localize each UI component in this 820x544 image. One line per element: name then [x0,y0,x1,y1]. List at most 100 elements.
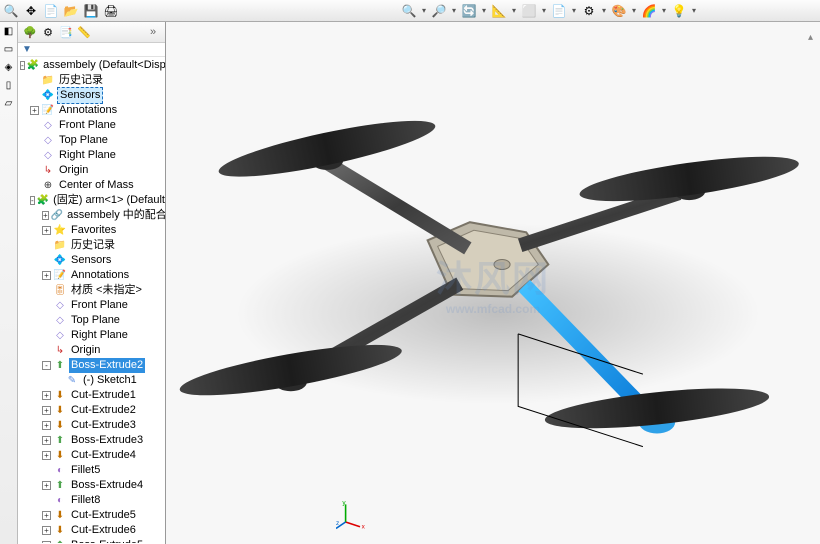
configurations-icon-dropdown[interactable]: ▾ [600,2,608,20]
section-icon-dropdown[interactable]: ▾ [510,2,518,20]
front-view-icon[interactable]: ▭ [2,42,16,56]
tabs-overflow-icon[interactable]: » [145,24,161,40]
layers-icon-dropdown[interactable]: ▾ [570,2,578,20]
graphics-viewport[interactable]: ▴ [166,22,820,544]
cut-extrude1-label: Cut-Extrude1 [69,388,138,403]
boss-extrude5[interactable]: +⬆Boss-Extrude5 [18,538,165,543]
cut-extrude5[interactable]: +⬇Cut-Extrude5 [18,508,165,523]
zoom-window-icon-dropdown[interactable]: ▾ [420,2,428,20]
front-plane[interactable]: ◇Front Plane [18,118,165,133]
open-icon[interactable]: 📂 [62,2,80,20]
center-of-mass-label: Center of Mass [57,178,136,193]
top-plane-2[interactable]: ◇Top Plane [18,313,165,328]
sensors-folder[interactable]: 💠Sensors [18,88,165,103]
expand-toggle[interactable]: + [42,481,51,490]
orbit-icon[interactable]: 🔄 [460,2,478,20]
right-view-icon[interactable]: ▯ [2,78,16,92]
top-plane-2-label: Top Plane [69,313,122,328]
annotations-folder-2[interactable]: +📝Annotations [18,268,165,283]
layers-icon[interactable]: 📄 [550,2,568,20]
right-plane-2[interactable]: ◇Right Plane [18,328,165,343]
sensors-folder-2[interactable]: 💠Sensors [18,253,165,268]
expand-toggle[interactable]: - [30,196,35,205]
cut-extrude2-label: Cut-Extrude2 [69,403,138,418]
filter-icon[interactable]: ▼ [22,44,32,55]
top-view-icon[interactable]: ▱ [2,96,16,110]
cut-extrude4[interactable]: +⬇Cut-Extrude4 [18,448,165,463]
new-icon[interactable]: 📄 [42,2,60,20]
expand-toggle[interactable]: - [42,361,51,370]
origin[interactable]: ↳Origin [18,163,165,178]
expand-toggle[interactable]: + [42,211,49,220]
expand-toggle[interactable]: + [42,541,51,543]
center-of-mass[interactable]: ⊕Center of Mass [18,178,165,193]
zoom-area-icon[interactable]: 🔎 [430,2,448,20]
right-plane[interactable]: ◇Right Plane [18,148,165,163]
material-label: 材质 <未指定> [69,283,144,298]
property-manager-tab[interactable]: ⚙ [40,24,56,40]
expand-toggle[interactable]: + [42,406,51,415]
feature-tree[interactable]: -🧩assembely (Default<Disp📁历史记录💠Sensors+📝… [18,57,165,543]
expand-toggle [42,331,51,340]
expand-toggle[interactable]: + [42,451,51,460]
feature-manager-tab[interactable]: 🌳 [22,24,38,40]
fillet5[interactable]: ◐Fillet5 [18,463,165,478]
annotations-folder[interactable]: +📝Annotations [18,103,165,118]
expand-toggle[interactable]: - [20,61,25,70]
origin-label: Origin [57,163,90,178]
material[interactable]: 🎚材质 <未指定> [18,283,165,298]
drone-model[interactable] [166,22,820,544]
zoom-area-icon-dropdown[interactable]: ▾ [450,2,458,20]
origin-2[interactable]: ↳Origin [18,343,165,358]
iso-view-icon[interactable]: ◈ [2,60,16,74]
appearance-icon[interactable]: 🎨 [610,2,628,20]
render-icon[interactable]: 💡 [670,2,688,20]
root-assembly[interactable]: -🧩assembely (Default<Disp [18,58,165,73]
section-icon[interactable]: 📐 [490,2,508,20]
expand-toggle[interactable]: + [42,511,51,520]
render-icon-dropdown[interactable]: ▾ [690,2,698,20]
expand-toggle[interactable]: + [42,526,51,535]
appearance-icon-dropdown[interactable]: ▾ [630,2,638,20]
dimxpert-manager-tab[interactable]: 📏 [76,24,92,40]
palette-icon-dropdown[interactable]: ▾ [660,2,668,20]
pan-icon[interactable]: ✥ [22,2,40,20]
sketch1[interactable]: ✎(-) Sketch1 [18,373,165,388]
display-style-icon-dropdown[interactable]: ▾ [540,2,548,20]
display-style-icon[interactable]: ⬜ [520,2,538,20]
boss-extrude2[interactable]: -⬆Boss-Extrude2 [18,358,165,373]
cut-extrude2[interactable]: +⬇Cut-Extrude2 [18,403,165,418]
expand-toggle[interactable]: + [42,391,51,400]
cut-extrude6[interactable]: +⬇Cut-Extrude6 [18,523,165,538]
history-folder-2[interactable]: 📁历史记录 [18,238,165,253]
expand-toggle[interactable]: + [42,226,51,235]
boss-extrude4[interactable]: +⬆Boss-Extrude4 [18,478,165,493]
expand-toggle[interactable]: + [42,421,51,430]
orientation-icon[interactable]: ◧ [2,24,16,38]
boss-extrude3[interactable]: +⬆Boss-Extrude3 [18,433,165,448]
annotations-folder-icon: 📝 [41,104,55,118]
arm-part[interactable]: -🧩(固定) arm<1> (Default [18,193,165,208]
history-folder[interactable]: 📁历史记录 [18,73,165,88]
cut-extrude5-label: Cut-Extrude5 [69,508,138,523]
print-icon[interactable]: 🖨 [102,2,120,20]
favorites-folder[interactable]: +⭐Favorites [18,223,165,238]
cut-extrude4-icon: ⬇ [53,449,67,463]
expand-toggle[interactable]: + [42,271,51,280]
orbit-icon-dropdown[interactable]: ▾ [480,2,488,20]
zoom-fit-icon[interactable]: 🔍 [2,2,20,20]
configurations-icon[interactable]: ⚙ [580,2,598,20]
expand-toggle[interactable]: + [30,106,39,115]
save-icon[interactable]: 💾 [82,2,100,20]
configuration-manager-tab[interactable]: 📑 [58,24,74,40]
top-plane[interactable]: ◇Top Plane [18,133,165,148]
cut-extrude1[interactable]: +⬇Cut-Extrude1 [18,388,165,403]
expand-toggle [42,256,51,265]
cut-extrude3[interactable]: +⬇Cut-Extrude3 [18,418,165,433]
fillet8[interactable]: ◐Fillet8 [18,493,165,508]
mates-in-assembly[interactable]: +🔗assembely 中的配合 [18,208,165,223]
expand-toggle[interactable]: + [42,436,51,445]
front-plane-2[interactable]: ◇Front Plane [18,298,165,313]
palette-icon[interactable]: 🌈 [640,2,658,20]
zoom-window-icon[interactable]: 🔍 [400,2,418,20]
